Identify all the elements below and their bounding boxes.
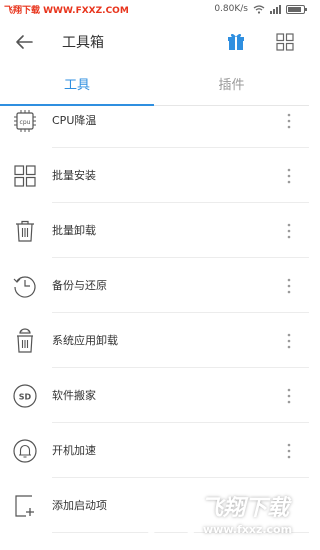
top-watermark: 飞翔下载 WWW.FXXZ.COM (4, 6, 129, 16)
svg-text:SD: SD (19, 393, 32, 402)
bottom-watermark: 飞翔下载 www.fxxz.com (143, 488, 309, 550)
cpu-icon: cpu (14, 110, 36, 132)
watermark-logo-icon (145, 492, 198, 546)
tool-item-batch-uninstall[interactable]: 批量卸载 (0, 203, 309, 258)
signal-icon (270, 4, 281, 14)
gift-icon[interactable] (226, 31, 246, 51)
tool-label: 开机加速 (52, 444, 96, 457)
app-header: 工具箱 (0, 18, 309, 66)
android-trash-icon (17, 328, 33, 353)
tool-label: 添加启动项 (52, 499, 107, 512)
tool-item-system-app-uninstall[interactable]: 系统应用卸载 (0, 313, 309, 368)
add-startup-icon (15, 495, 34, 517)
battery-icon (286, 4, 307, 14)
back-arrow-icon[interactable] (12, 30, 36, 54)
tab-tools[interactable]: 工具 (0, 66, 154, 106)
trash-icon (16, 220, 34, 242)
watermark-title: 飞翔下载 (201, 496, 290, 521)
tool-item-batch-install[interactable]: 批量安装 (0, 148, 309, 203)
more-options-icon[interactable] (284, 166, 294, 186)
more-options-icon[interactable] (284, 441, 294, 461)
more-options-icon[interactable] (284, 331, 294, 351)
more-options-icon[interactable] (284, 221, 294, 241)
tool-list: cpu CPU降温 批量安装 批量卸载 备份与还原 系统应用卸载 SD 软件搬家… (0, 106, 309, 550)
tool-label: 软件搬家 (52, 389, 96, 402)
bell-boost-icon (13, 439, 37, 463)
status-indicators: 0.80K/s (214, 2, 307, 16)
more-options-icon[interactable] (284, 386, 294, 406)
grid-icon[interactable] (275, 32, 295, 52)
tool-label: 批量卸载 (52, 224, 96, 237)
more-options-icon[interactable] (284, 276, 294, 296)
page-title: 工具箱 (62, 35, 104, 51)
status-bar: 飞翔下载 WWW.FXXZ.COM 0.80K/s (0, 0, 309, 18)
watermark-url: www.fxxz.com (203, 523, 293, 536)
sd-card-icon: SD (13, 384, 37, 408)
tool-label: CPU降温 (52, 114, 97, 127)
tab-plugins[interactable]: 插件 (154, 66, 309, 106)
grid-install-icon (14, 165, 36, 187)
svg-text:cpu: cpu (20, 119, 31, 126)
tab-bar: 工具 插件 (0, 66, 309, 106)
tool-item-cpu-cooling[interactable]: cpu CPU降温 (0, 106, 309, 148)
clock-restore-icon (13, 276, 36, 298)
tool-item-app-move[interactable]: SD 软件搬家 (0, 368, 309, 423)
tool-label: 备份与还原 (52, 279, 107, 292)
tool-label: 系统应用卸载 (52, 334, 118, 347)
more-options-icon[interactable] (284, 111, 294, 131)
tool-item-boot-speedup[interactable]: 开机加速 (0, 423, 309, 478)
network-speed: 0.80K/s (214, 4, 248, 14)
tool-item-backup-restore[interactable]: 备份与还原 (0, 258, 309, 313)
tool-label: 批量安装 (52, 169, 96, 182)
wifi-icon (253, 4, 265, 14)
